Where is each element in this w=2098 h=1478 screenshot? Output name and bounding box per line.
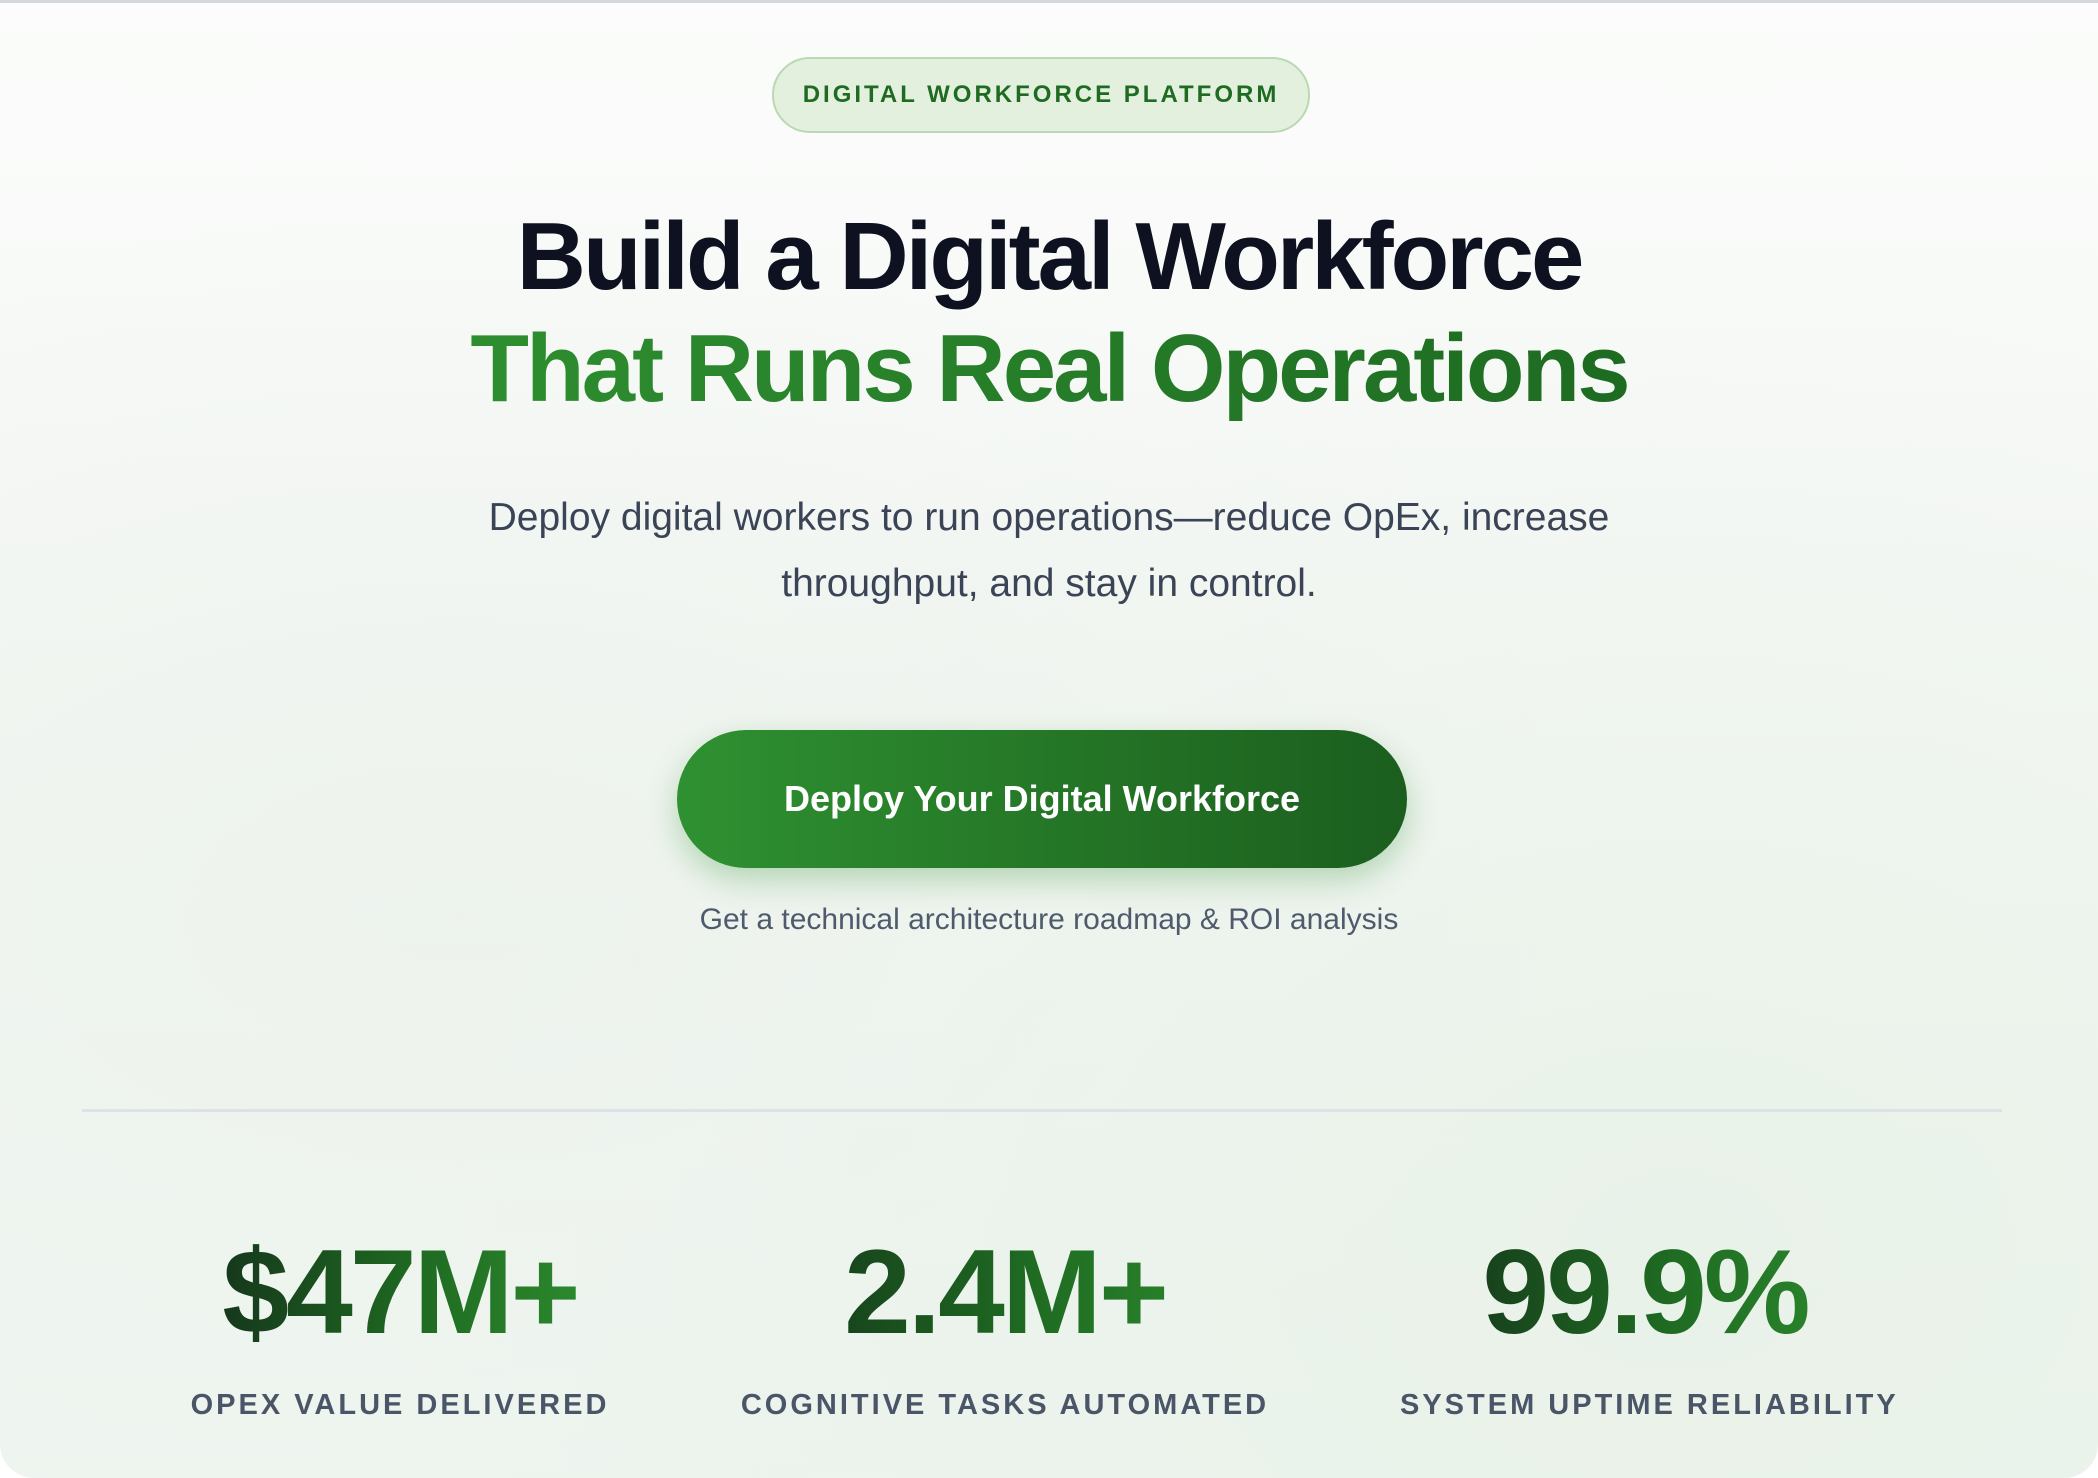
stat-opex-value: $47M+ bbox=[190, 1221, 610, 1363]
stat-opex: $47M+ OPEX VALUE DELIVERED bbox=[190, 1221, 610, 1422]
stat-tasks: 2.4M+ COGNITIVE TASKS AUTOMATED bbox=[740, 1221, 1270, 1422]
platform-badge: DIGITAL WORKFORCE PLATFORM bbox=[772, 57, 1310, 133]
hero-section: DIGITAL WORKFORCE PLATFORM Build a Digit… bbox=[0, 0, 2098, 1478]
stat-tasks-value: 2.4M+ bbox=[740, 1221, 1270, 1363]
stat-uptime: 99.9% SYSTEM UPTIME RELIABILITY bbox=[1400, 1221, 1899, 1422]
stat-uptime-label: SYSTEM UPTIME RELIABILITY bbox=[1400, 1389, 1899, 1421]
hero-subtitle-line-1: Deploy digital workers to run operations… bbox=[488, 496, 1610, 539]
deploy-workforce-button[interactable]: Deploy Your Digital Workforce bbox=[677, 730, 1407, 868]
headline-primary: Build a Digital Workforce bbox=[516, 203, 1585, 310]
stat-opex-label: OPEX VALUE DELIVERED bbox=[190, 1389, 610, 1421]
stat-tasks-label: COGNITIVE TASKS AUTOMATED bbox=[740, 1389, 1270, 1421]
hero-subtitle-line-2: throughput, and stay in control. bbox=[781, 562, 1317, 605]
section-divider bbox=[82, 1109, 2002, 1112]
stat-uptime-value: 99.9% bbox=[1400, 1221, 1890, 1363]
cta-note: Get a technical architecture roadmap & R… bbox=[699, 903, 1399, 936]
headline-secondary: That Runs Real Operations bbox=[0, 311, 2098, 427]
hero-subtitle: Deploy digital workers to run operations… bbox=[399, 485, 1699, 617]
headline-secondary-text: That Runs Real Operations bbox=[470, 315, 1630, 422]
